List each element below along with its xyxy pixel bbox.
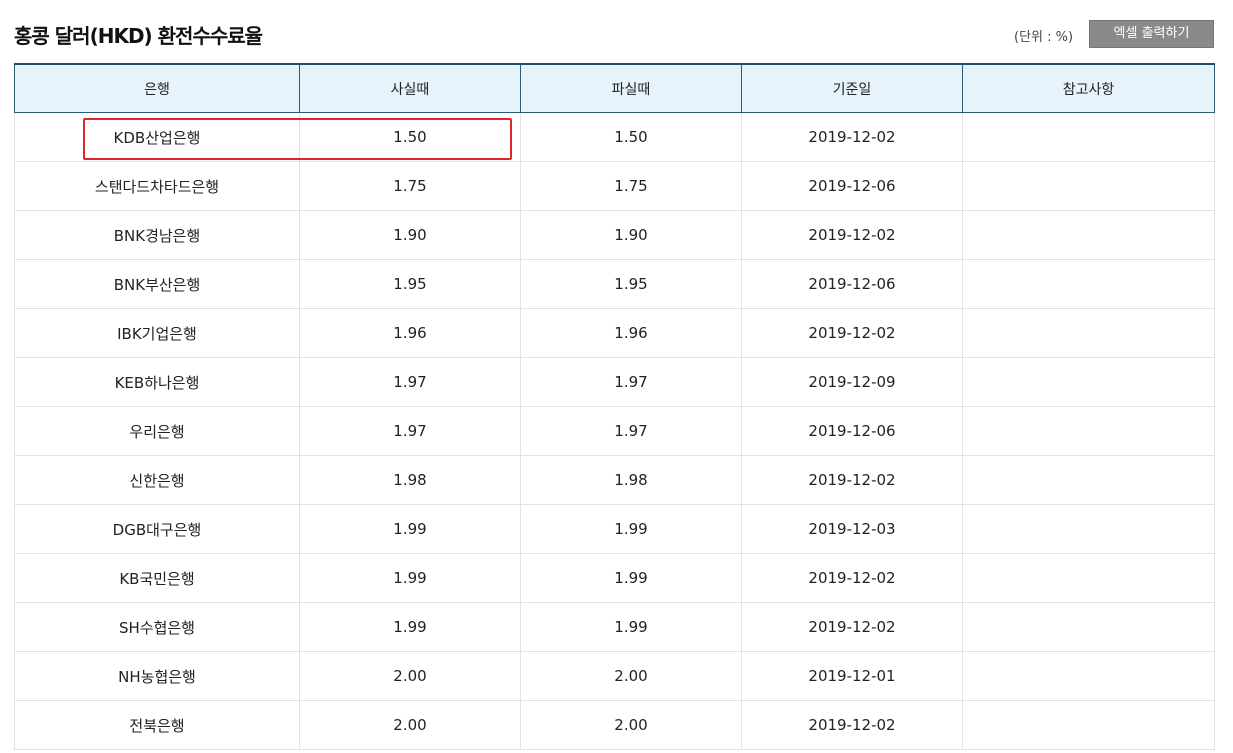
table-row: BNK부산은행 1.95 1.95 2019-12-06 [14, 259, 1215, 309]
sell-rate: 1.50 [520, 112, 742, 162]
bank-name: DGB대구은행 [14, 504, 300, 554]
table-row: IBK기업은행 1.96 1.96 2019-12-02 [14, 308, 1215, 358]
buy-rate: 1.97 [299, 357, 521, 407]
base-date: 2019-12-02 [741, 553, 963, 603]
note [962, 651, 1215, 701]
note [962, 504, 1215, 554]
sell-rate: 1.98 [520, 455, 742, 505]
sell-rate: 2.00 [520, 700, 742, 750]
note [962, 700, 1215, 750]
note [962, 161, 1215, 211]
bank-name: 우리은행 [14, 406, 300, 456]
sell-rate: 1.75 [520, 161, 742, 211]
column-header-note[interactable]: 참고사항 [962, 63, 1215, 113]
column-header-buy[interactable]: 사실때 [299, 63, 521, 113]
bank-name: SH수협은행 [14, 602, 300, 652]
sell-rate: 1.97 [520, 406, 742, 456]
base-date: 2019-12-06 [741, 259, 963, 309]
buy-rate: 1.50 [299, 112, 521, 162]
bank-name: NH농협은행 [14, 651, 300, 701]
table-row: NH농협은행 2.00 2.00 2019-12-01 [14, 651, 1215, 701]
base-date: 2019-12-06 [741, 406, 963, 456]
bank-name: KEB하나은행 [14, 357, 300, 407]
table-row: 스탠다드차타드은행 1.75 1.75 2019-12-06 [14, 161, 1215, 211]
base-date: 2019-12-09 [741, 357, 963, 407]
buy-rate: 1.98 [299, 455, 521, 505]
column-header-date[interactable]: 기준일 [741, 63, 963, 113]
sell-rate: 1.99 [520, 602, 742, 652]
sell-rate: 1.97 [520, 357, 742, 407]
note [962, 455, 1215, 505]
excel-export-button[interactable]: 엑셀 출력하기 [1089, 20, 1214, 48]
note [962, 602, 1215, 652]
buy-rate: 2.00 [299, 651, 521, 701]
base-date: 2019-12-02 [741, 602, 963, 652]
table-row: 우리은행 1.97 1.97 2019-12-06 [14, 406, 1215, 456]
buy-rate: 1.99 [299, 553, 521, 603]
table-row: 전북은행 2.00 2.00 2019-12-02 [14, 700, 1215, 750]
column-header-sell[interactable]: 파실때 [520, 63, 742, 113]
table-row: BNK경남은행 1.90 1.90 2019-12-02 [14, 210, 1215, 260]
note [962, 210, 1215, 260]
bank-name: BNK부산은행 [14, 259, 300, 309]
sell-rate: 1.90 [520, 210, 742, 260]
table-header-row: 은행 사실때 파실때 기준일 참고사항 [14, 63, 1215, 113]
table-row: DGB대구은행 1.99 1.99 2019-12-03 [14, 504, 1215, 554]
bank-name: IBK기업은행 [14, 308, 300, 358]
sell-rate: 2.00 [520, 651, 742, 701]
bank-name: KB국민은행 [14, 553, 300, 603]
page-title: 홍콩 달러(HKD) 환전수수료율 [14, 24, 263, 48]
note [962, 406, 1215, 456]
buy-rate: 1.99 [299, 602, 521, 652]
sell-rate: 1.96 [520, 308, 742, 358]
table-row: SH수협은행 1.99 1.99 2019-12-02 [14, 602, 1215, 652]
base-date: 2019-12-02 [741, 210, 963, 260]
base-date: 2019-12-02 [741, 455, 963, 505]
buy-rate: 1.95 [299, 259, 521, 309]
base-date: 2019-12-01 [741, 651, 963, 701]
sell-rate: 1.99 [520, 504, 742, 554]
buy-rate: 2.00 [299, 700, 521, 750]
bank-name: 전북은행 [14, 700, 300, 750]
note [962, 357, 1215, 407]
bank-name: BNK경남은행 [14, 210, 300, 260]
exchange-fee-table: 은행 사실때 파실때 기준일 참고사항 KDB산업은행 1.50 1.50 20… [14, 63, 1215, 750]
bank-name: 스탠다드차타드은행 [14, 161, 300, 211]
base-date: 2019-12-02 [741, 308, 963, 358]
base-date: 2019-12-02 [741, 112, 963, 162]
table-row: KEB하나은행 1.97 1.97 2019-12-09 [14, 357, 1215, 407]
note [962, 259, 1215, 309]
buy-rate: 1.97 [299, 406, 521, 456]
table-row: 신한은행 1.98 1.98 2019-12-02 [14, 455, 1215, 505]
bank-name: KDB산업은행 [14, 112, 300, 162]
buy-rate: 1.75 [299, 161, 521, 211]
note [962, 308, 1215, 358]
table-row: KDB산업은행 1.50 1.50 2019-12-02 [14, 112, 1215, 162]
note [962, 112, 1215, 162]
sell-rate: 1.99 [520, 553, 742, 603]
buy-rate: 1.99 [299, 504, 521, 554]
base-date: 2019-12-06 [741, 161, 963, 211]
buy-rate: 1.90 [299, 210, 521, 260]
note [962, 553, 1215, 603]
unit-label: (단위 : %) [1014, 30, 1074, 45]
buy-rate: 1.96 [299, 308, 521, 358]
base-date: 2019-12-03 [741, 504, 963, 554]
sell-rate: 1.95 [520, 259, 742, 309]
base-date: 2019-12-02 [741, 700, 963, 750]
table-row: KB국민은행 1.99 1.99 2019-12-02 [14, 553, 1215, 603]
column-header-bank[interactable]: 은행 [14, 63, 300, 113]
bank-name: 신한은행 [14, 455, 300, 505]
